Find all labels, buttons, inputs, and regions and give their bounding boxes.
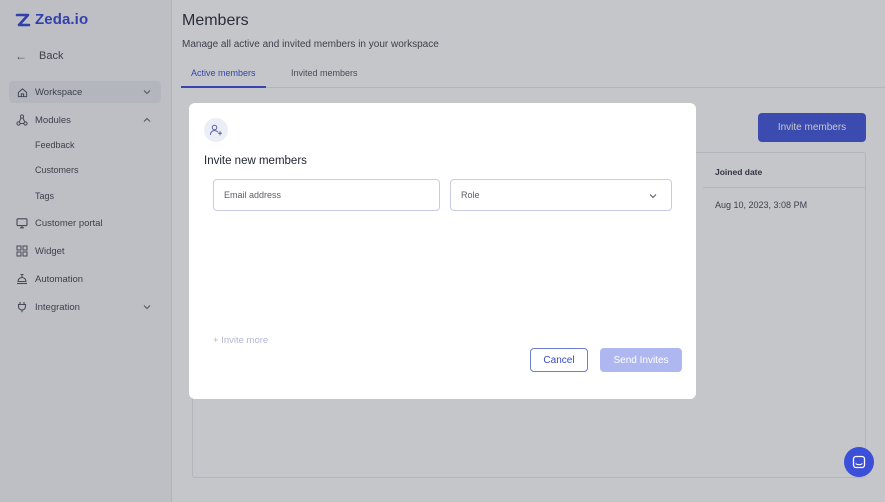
modal-title: Invite new members: [204, 155, 307, 167]
chevron-down-icon: [649, 194, 657, 199]
role-placeholder: Role: [461, 190, 480, 200]
email-address-input[interactable]: Email address: [213, 179, 440, 211]
invite-more-link[interactable]: + Invite more: [213, 335, 268, 346]
chat-icon: [852, 455, 866, 469]
invite-members-modal: Invite new members Email address Role + …: [189, 103, 696, 399]
send-invites-button[interactable]: Send Invites: [600, 348, 682, 372]
email-placeholder: Email address: [224, 190, 282, 200]
chat-launcher-button[interactable]: [844, 447, 874, 477]
cancel-button[interactable]: Cancel: [530, 348, 588, 372]
add-user-icon: [210, 124, 222, 136]
role-select[interactable]: Role: [450, 179, 672, 211]
modal-icon-container: [204, 118, 228, 142]
